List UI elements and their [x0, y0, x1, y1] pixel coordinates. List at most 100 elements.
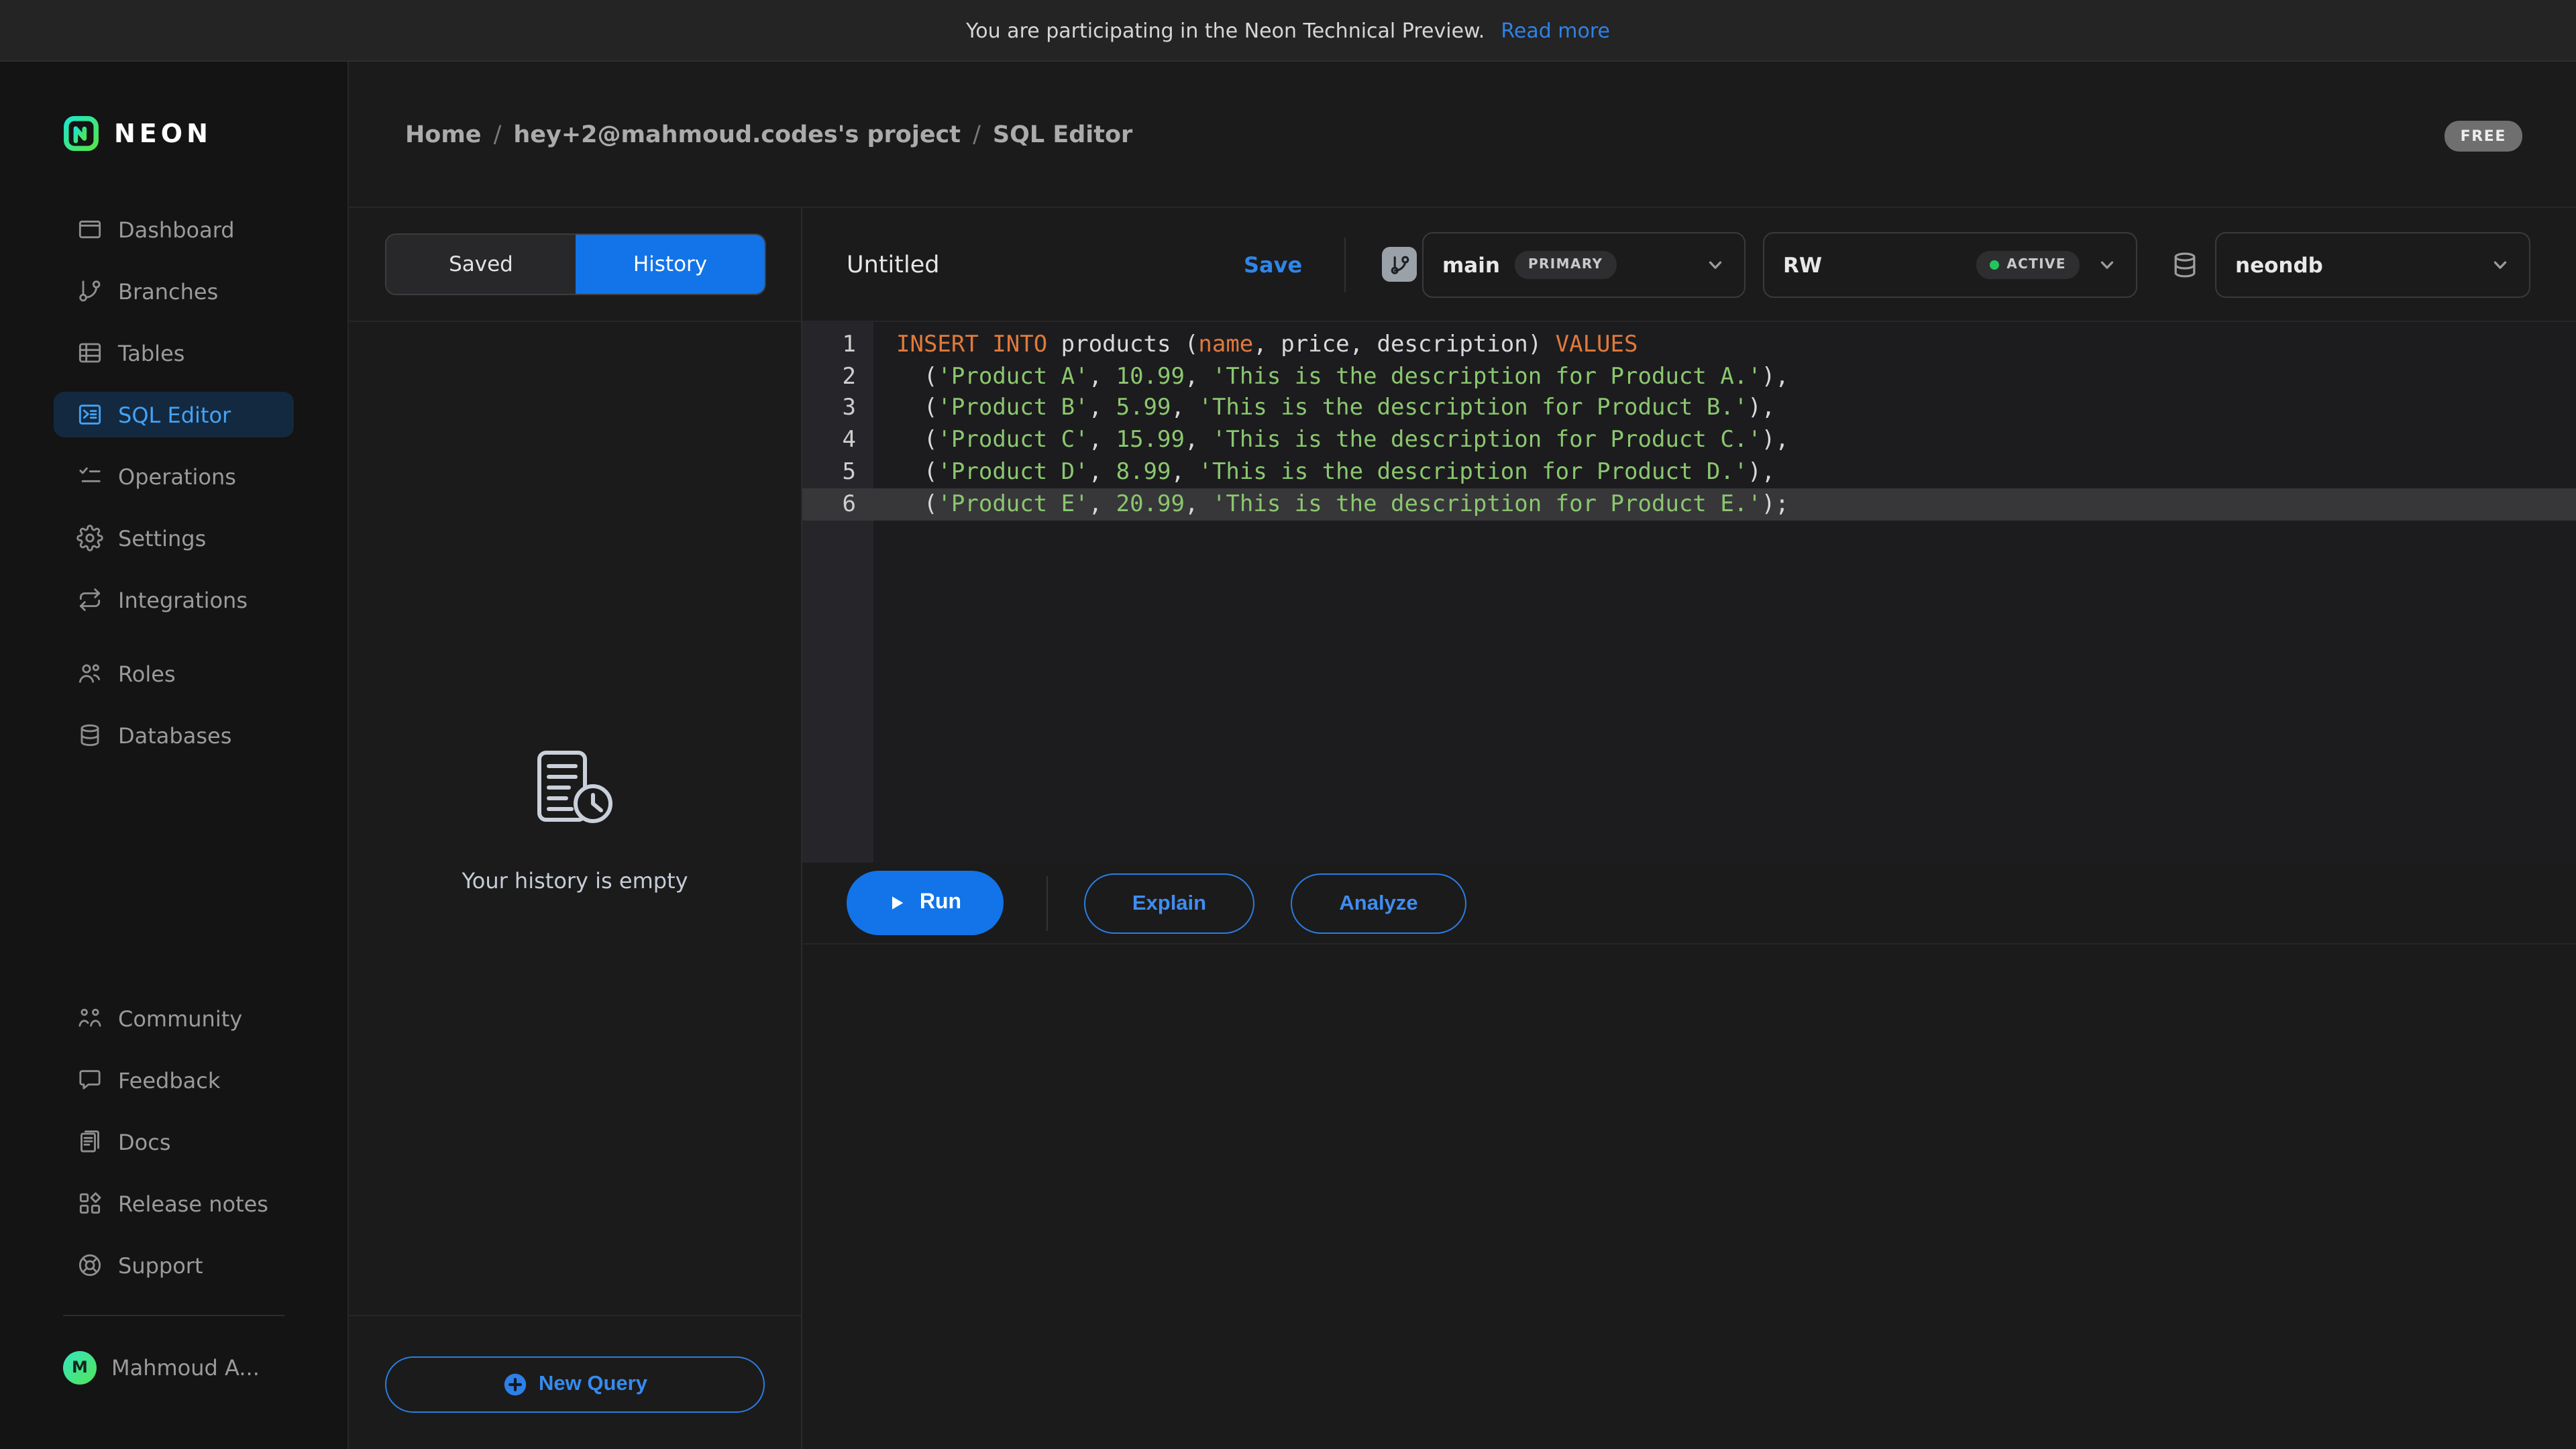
databases-icon: [76, 722, 103, 749]
brand-logo[interactable]: NEON: [63, 115, 212, 152]
sidebar-item-label: SQL Editor: [118, 402, 231, 427]
tables-icon: [76, 339, 103, 366]
sidebar-item-label: Dashboard: [118, 217, 235, 242]
sql-editor-panel: Untitled Save main PRIMARY RW: [802, 208, 2576, 1449]
tab-history[interactable]: History: [576, 235, 765, 294]
sidebar-item-support[interactable]: Support: [54, 1242, 294, 1288]
docs-icon: [76, 1128, 103, 1155]
sidebar-item-tables[interactable]: Tables: [54, 330, 294, 376]
code-line: 3 ('Product B', 5.99, 'This is the descr…: [802, 392, 2576, 425]
queries-panel: SavedHistory Your history is empty: [349, 208, 802, 1449]
breadcrumb-separator: /: [973, 121, 981, 148]
editor-actions: Run Explain Analyze: [802, 863, 2576, 945]
analyze-button[interactable]: Analyze: [1291, 873, 1466, 934]
line-number: 3: [802, 395, 873, 422]
sql-code-editor[interactable]: 1INSERT INTO products (name, price, desc…: [802, 322, 2576, 863]
database-selector[interactable]: neondb: [2215, 232, 2530, 298]
branch-name: main: [1442, 253, 1500, 277]
history-empty-icon: [349, 747, 801, 839]
toolbar-divider: [1344, 237, 1346, 292]
operations-icon: [76, 463, 103, 490]
page-header: Home / hey+2@mahmoud.codes's project / SQL E…: [349, 62, 2576, 208]
sidebar-item-sql-editor[interactable]: SQL Editor: [54, 392, 294, 437]
sidebar-item-integrations[interactable]: Integrations: [54, 577, 294, 623]
avatar: M: [63, 1350, 97, 1384]
sidebar-item-databases[interactable]: Databases: [54, 712, 294, 758]
sidebar-item-label: Operations: [118, 464, 236, 489]
settings-icon: [76, 525, 103, 551]
breadcrumb-separator: /: [494, 121, 502, 148]
breadcrumb: Home / hey+2@mahmoud.codes's project / SQL E…: [405, 62, 1132, 208]
sql-editor-icon: [76, 401, 103, 428]
line-number: 1: [802, 331, 873, 358]
user-menu[interactable]: M Mahmoud A...: [54, 1344, 307, 1390]
run-button[interactable]: Run: [847, 871, 1004, 935]
sidebar-item-release-notes[interactable]: Release notes: [54, 1181, 294, 1226]
sidebar: NEON Dashboard Branches Tables SQL Editor Op…: [0, 62, 349, 1449]
new-query-button[interactable]: New Query: [385, 1356, 765, 1413]
sidebar-item-docs[interactable]: Docs: [54, 1119, 294, 1165]
sidebar-item-label: Integrations: [118, 587, 248, 612]
explain-button[interactable]: Explain: [1084, 873, 1254, 934]
play-icon: [889, 894, 906, 912]
sidebar-item-settings[interactable]: Settings: [54, 515, 294, 561]
database-name: neondb: [2235, 253, 2323, 277]
chevron-down-icon: [2490, 255, 2510, 275]
dashboard-icon: [76, 216, 103, 243]
sidebar-item-feedback[interactable]: Feedback: [54, 1057, 294, 1103]
sidebar-item-dashboard[interactable]: Dashboard: [54, 207, 294, 252]
feedback-icon: [76, 1067, 103, 1093]
code-lines: 1INSERT INTO products (name, price, desc…: [802, 329, 2576, 521]
line-number: 6: [802, 491, 873, 518]
sidebar-item-community[interactable]: Community: [54, 996, 294, 1041]
history-empty-state: Your history is empty: [349, 747, 801, 894]
new-query-label: New Query: [539, 1373, 647, 1397]
sidebar-item-branches[interactable]: Branches: [54, 268, 294, 314]
chevron-down-icon: [2097, 255, 2117, 275]
database-icon: [2169, 250, 2200, 280]
brand-name: NEON: [114, 119, 212, 148]
sidebar-item-label: Community: [118, 1006, 242, 1031]
history-empty-text: Your history is empty: [349, 868, 801, 894]
read-more-link[interactable]: Read more: [1501, 18, 1610, 42]
breadcrumb-item[interactable]: SQL Editor: [993, 121, 1132, 148]
release-notes-icon: [76, 1190, 103, 1217]
queries-panel-header: SavedHistory: [349, 208, 801, 322]
sidebar-nav: Dashboard Branches Tables SQL Editor Operati…: [54, 207, 294, 774]
chevron-down-icon: [1705, 255, 1725, 275]
sidebar-item-label: Branches: [118, 278, 218, 304]
query-title[interactable]: Untitled: [847, 208, 939, 322]
actions-divider: [1046, 876, 1048, 931]
run-label: Run: [920, 891, 961, 915]
code-line: 1INSERT INTO products (name, price, desc…: [802, 329, 2576, 361]
branch-selector[interactable]: main PRIMARY: [1422, 232, 1746, 298]
neon-logo-icon: [63, 115, 99, 152]
breadcrumb-item[interactable]: hey+2@mahmoud.codes's project: [513, 121, 961, 148]
banner-message: You are participating in the Neon Techni…: [966, 18, 1485, 42]
breadcrumb-item[interactable]: Home: [405, 121, 482, 148]
results-area: [802, 945, 2576, 1449]
line-number: 5: [802, 459, 873, 486]
plan-badge: FREE: [2445, 121, 2522, 152]
line-number: 2: [802, 363, 873, 390]
sidebar-item-roles[interactable]: Roles: [54, 651, 294, 696]
code-line: 4 ('Product C', 15.99, 'This is the desc…: [802, 425, 2576, 457]
compute-selector[interactable]: RW ACTIVE: [1763, 232, 2137, 298]
branch-icon[interactable]: [1382, 247, 1417, 282]
sidebar-item-label: Release notes: [118, 1191, 268, 1216]
panel-bottom-divider: [349, 1315, 801, 1316]
line-number: 4: [802, 427, 873, 454]
sidebar-item-label: Docs: [118, 1129, 171, 1155]
community-icon: [76, 1005, 103, 1032]
tab-saved[interactable]: Saved: [386, 235, 576, 294]
save-button[interactable]: Save: [1244, 208, 1302, 322]
code-line: 6 ('Product E', 20.99, 'This is the desc…: [802, 488, 2576, 521]
active-badge: ACTIVE: [1976, 251, 2080, 279]
saved-history-tabs: SavedHistory: [385, 233, 766, 295]
sidebar-item-label: Databases: [118, 722, 231, 748]
sidebar-item-operations[interactable]: Operations: [54, 453, 294, 499]
sidebar-item-label: Roles: [118, 661, 176, 686]
code-line: 5 ('Product D', 8.99, 'This is the descr…: [802, 456, 2576, 488]
neon-console: You are participating in the Neon Techni…: [0, 0, 2576, 1449]
top-banner: You are participating in the Neon Techni…: [0, 0, 2576, 62]
